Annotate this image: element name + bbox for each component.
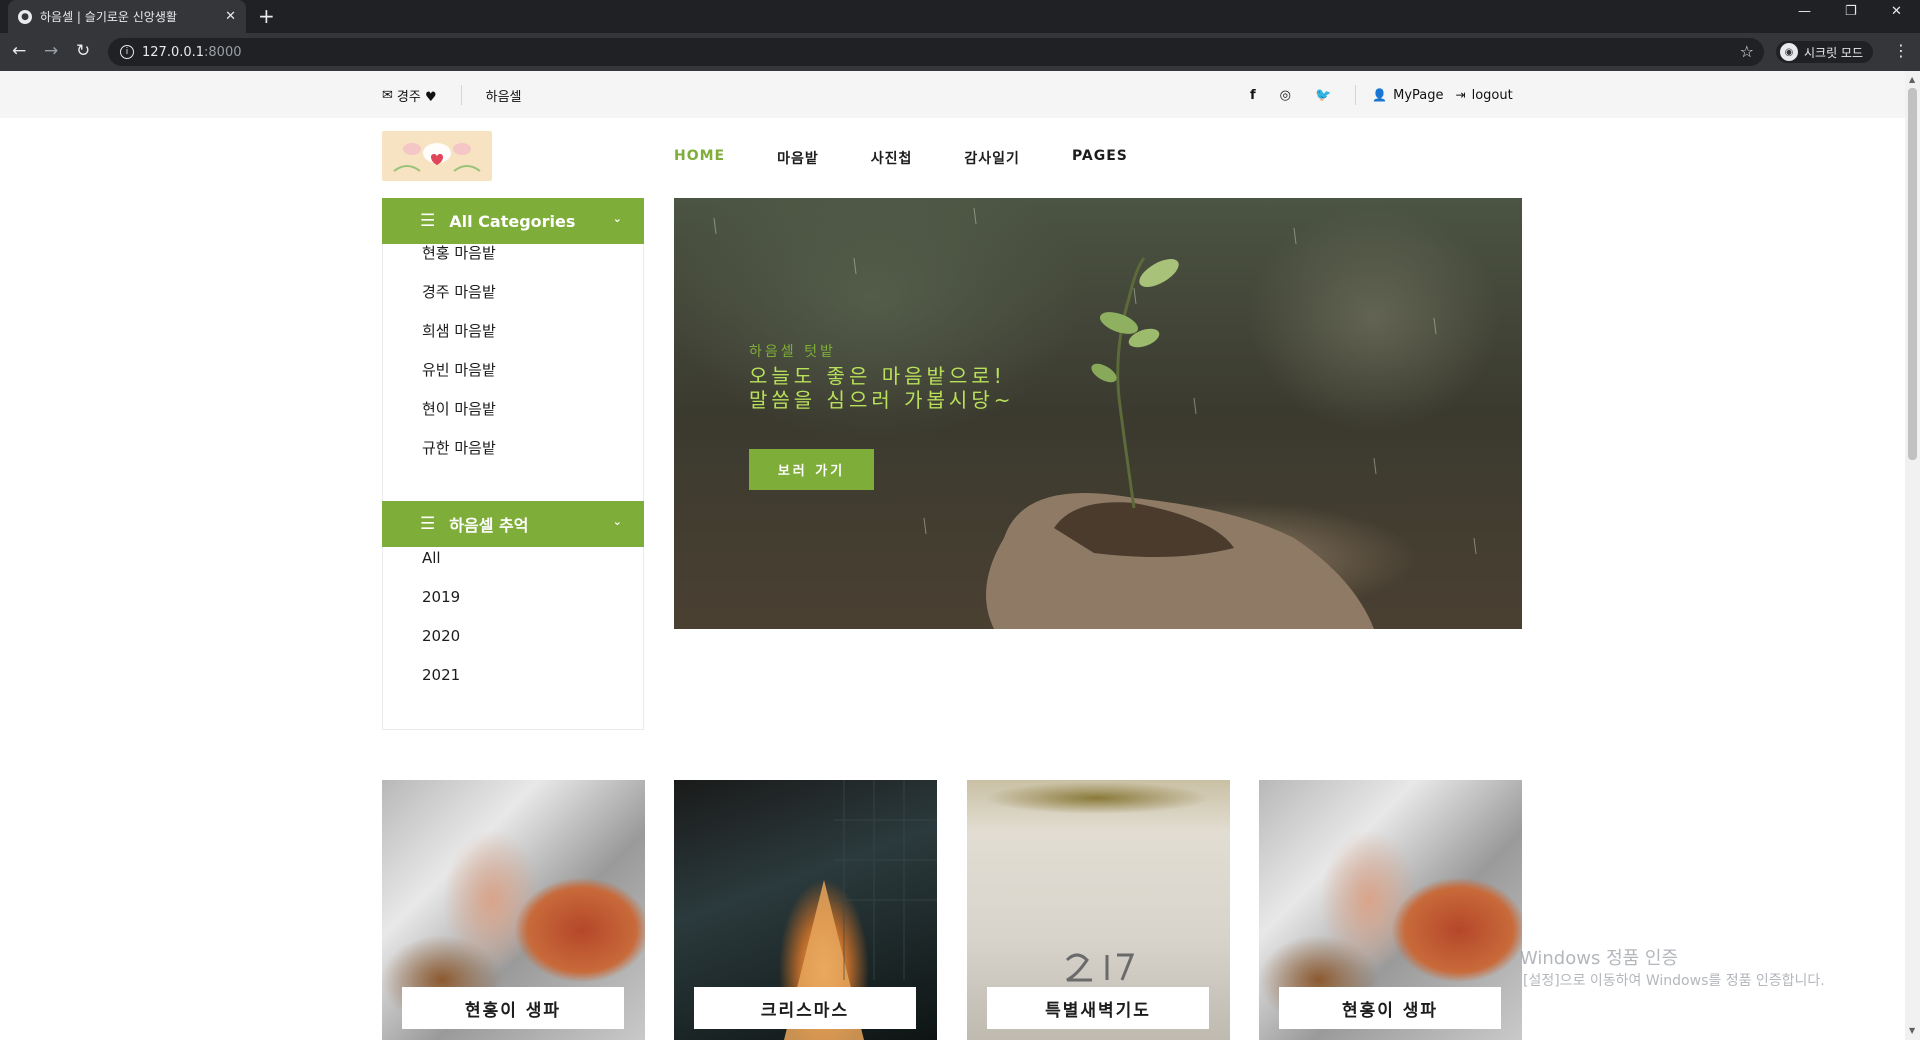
scroll-down-icon[interactable]: ▼ [1909, 1026, 1915, 1035]
browser-tab[interactable]: ● 하음셀 | 슬기로운 신앙생활 ✕ [8, 0, 246, 33]
logout-link[interactable]: logout [1472, 88, 1513, 103]
memory-year-item[interactable]: 2020 [422, 617, 460, 656]
back-icon[interactable]: ← [12, 41, 26, 61]
incognito-indicator[interactable]: ◉ 시크릿 모드 [1776, 41, 1874, 63]
globe-icon: ● [18, 9, 32, 24]
restore-button[interactable]: ❐ [1845, 4, 1857, 19]
url-host: 127.0.0.1 [142, 44, 205, 60]
nav-home[interactable]: HOME [674, 148, 725, 168]
memory-year-item[interactable]: 2019 [422, 578, 460, 617]
nav-maeumbat[interactable]: 마음밭 [777, 148, 819, 168]
photo-card[interactable]: 현홍이 생파 [1259, 780, 1522, 1040]
browser-menu-icon[interactable]: ⋮ [1893, 41, 1909, 60]
category-item[interactable]: 현홍 마음밭 [422, 234, 496, 273]
new-tab-button[interactable]: + [258, 5, 275, 27]
close-window-button[interactable]: ✕ [1891, 4, 1902, 19]
reload-icon[interactable]: ↻ [76, 41, 90, 61]
scrollbar-thumb[interactable] [1908, 88, 1917, 460]
hero-title-line: 오늘도 좋은 마음밭으로! [749, 364, 1006, 388]
photo-card-label: 특별새벽기도 [987, 987, 1209, 1029]
chevron-down-icon: ⌄ [612, 212, 622, 225]
photo-card[interactable]: 현홍이 생파 [382, 780, 645, 1040]
header-contact: ✉ 경주 ♥ 하음셀 [382, 85, 522, 105]
header-links: f ◎ 🐦 👤 MyPage ⇥ logout [1250, 85, 1513, 105]
hero-title: 오늘도 좋은 마음밭으로! 말씀을 심으러 가봅시당~ [749, 364, 1014, 412]
photo-card-label: 현홍이 생파 [402, 987, 624, 1029]
header-divider [460, 85, 462, 105]
memories-title: 하음셀 추억 [449, 516, 529, 535]
site-info-icon[interactable]: i [120, 45, 134, 59]
windows-activation-text: [설정]으로 이동하여 Windows를 정품 인증합니다. [1523, 973, 1825, 989]
browser-toolbar: ← → ↻ i 127.0.0.1:8000 ☆ ◉ 시크릿 모드 ⋮ [0, 33, 1920, 71]
twitter-icon[interactable]: 🐦 [1315, 88, 1331, 103]
forward-icon[interactable]: → [44, 41, 58, 61]
photo-card[interactable]: 크리스마스 [674, 780, 937, 1040]
hero-subtitle: 하음셀 텃밭 [749, 344, 836, 360]
incognito-label: 시크릿 모드 [1804, 45, 1864, 60]
mypage-link[interactable]: MyPage [1393, 88, 1443, 103]
nav-photo-album[interactable]: 사진첩 [871, 148, 913, 168]
incognito-icon: ◉ [1780, 43, 1798, 61]
hero-title-line: 말씀을 심으러 가봅시당~ [749, 388, 1015, 412]
photo-card-label: 크리스마스 [694, 987, 916, 1029]
chevron-down-icon: ⌄ [612, 515, 622, 528]
memory-year-item[interactable]: All [422, 539, 460, 578]
tab-title: 하음셀 | 슬기로운 신앙생활 [40, 10, 177, 24]
memory-year-item[interactable]: 2021 [422, 656, 460, 695]
category-item[interactable]: 유빈 마음밭 [422, 351, 496, 390]
page-scrollbar[interactable]: ▲ ▼ [1905, 71, 1920, 1040]
browser-tab-bar: ● 하음셀 | 슬기로운 신앙생활 ✕ + — ❐ ✕ [0, 0, 1920, 33]
instagram-icon[interactable]: ◎ [1280, 88, 1291, 103]
contact-text: 경주 ♥ [396, 89, 437, 105]
memories-list: All 2019 2020 2021 [422, 539, 460, 695]
nav-gratitude-diary[interactable]: 감사일기 [964, 148, 1020, 168]
site-logo[interactable] [382, 131, 492, 181]
header-divider [1355, 85, 1357, 105]
logout-icon: ⇥ [1455, 88, 1466, 102]
close-tab-icon[interactable]: ✕ [225, 9, 236, 24]
header-brand-text: 하음셀 [485, 89, 522, 105]
facebook-icon[interactable]: f [1250, 88, 1256, 103]
logo-illustration [393, 143, 481, 172]
category-item[interactable]: 규한 마음밭 [422, 429, 496, 468]
hero-view-button[interactable]: 보러 가기 [749, 449, 874, 490]
main-navigation: HOME 마음밭 사진첩 감사일기 PAGES [674, 148, 1180, 168]
menu-icon: ☰ [420, 211, 436, 231]
minimize-button[interactable]: — [1798, 4, 1811, 19]
bookmark-star-icon[interactable]: ☆ [1740, 42, 1754, 61]
user-icon: 👤 [1372, 88, 1388, 102]
category-list: 현홍 마음밭 경주 마음밭 희샘 마음밭 유빈 마음밭 현이 마음밭 규한 마음… [422, 234, 496, 468]
category-item[interactable]: 희샘 마음밭 [422, 312, 496, 351]
address-bar[interactable]: i 127.0.0.1:8000 ☆ [108, 38, 1764, 66]
all-categories-title: All Categories [449, 211, 576, 231]
hero-plant-illustration [713, 207, 1477, 629]
category-item[interactable]: 경주 마음밭 [422, 273, 496, 312]
menu-icon: ☰ [420, 514, 436, 534]
envelope-icon: ✉ [382, 87, 393, 103]
scroll-up-icon[interactable]: ▲ [1909, 75, 1915, 84]
hero-banner: 하음셀 텃밭 오늘도 좋은 마음밭으로! 말씀을 심으러 가봅시당~ 보러 가기 [674, 198, 1522, 629]
page-viewport: ✉ 경주 ♥ 하음셀 f ◎ 🐦 👤 MyPage ⇥ logout HOME … [0, 71, 1905, 1040]
category-item[interactable]: 현이 마음밭 [422, 390, 496, 429]
url-port: :8000 [204, 44, 242, 60]
windows-activation-title: Windows 정품 인증 [1520, 948, 1679, 969]
nav-pages[interactable]: PAGES [1072, 148, 1128, 168]
photo-card[interactable]: 특별새벽기도 [967, 780, 1230, 1040]
header-top-bar: ✉ 경주 ♥ 하음셀 f ◎ 🐦 👤 MyPage ⇥ logout [0, 71, 1905, 118]
photo-card-label: 현홍이 생파 [1279, 987, 1501, 1029]
